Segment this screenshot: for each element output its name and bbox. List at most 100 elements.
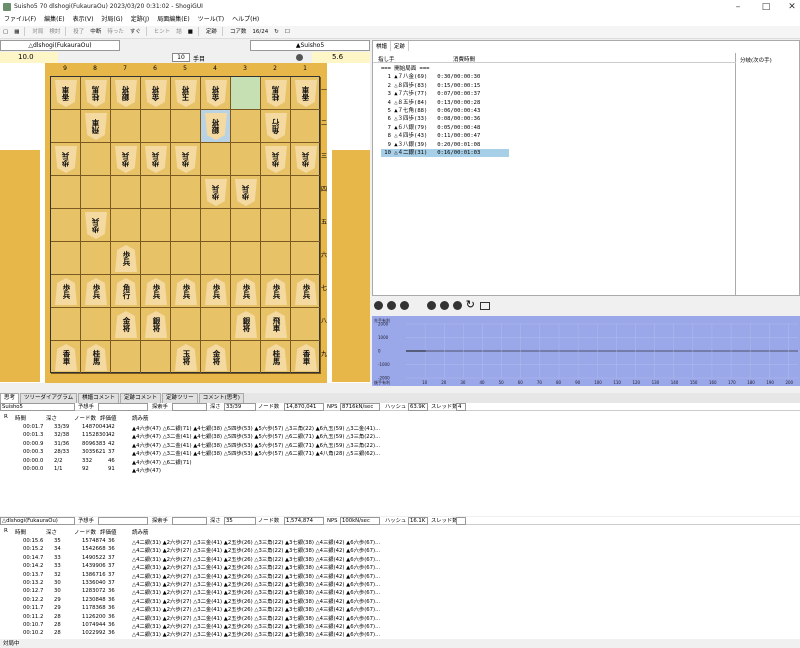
sente-piece[interactable]: 香車 <box>55 344 77 371</box>
thinking-row[interactable]: 00:12.2 29 1230848 36 △4二銀(31) ▲2六歩(27) △3二金… <box>0 597 800 605</box>
tab-tree-diagram[interactable]: ツリーダイアグラム <box>20 393 78 403</box>
shogi-board[interactable]: 香車 桂馬 銀将 金将 玉将 金将 桂馬 香車 飛車 銀将 角行 歩兵 歩兵 歩兵 歩兵 歩兵 歩兵 歩兵 歩兵 歩兵… <box>50 76 321 374</box>
save-icon[interactable]: ▦ <box>11 26 22 39</box>
thinking-row[interactable]: 00:15.6 35 1574874 36 △4二銀(31) ▲2六歩(27) △3三金… <box>0 538 800 546</box>
kifu-move-row[interactable]: 3 ▲７六歩(77) 0:07/00:00:37 <box>381 90 509 98</box>
board-square[interactable] <box>201 308 231 341</box>
gote-piece[interactable]: 歩兵 <box>265 146 287 173</box>
sente-piece[interactable]: 飛車 <box>265 311 287 338</box>
board-square[interactable] <box>141 110 171 143</box>
thinking-row[interactable]: 00:14.2 33 1439906 37 △4二銀(31) ▲2六歩(27) △3二金… <box>0 563 800 571</box>
undo-button[interactable]: 待った <box>104 26 127 39</box>
gote-piece[interactable]: 香車 <box>295 80 317 107</box>
thinking-row[interactable]: 00:00.0 2/2 332 46 ▲4六歩(47) △6二銀(71) <box>0 458 800 466</box>
kifu-move-row[interactable]: 1 ▲７八金(69) 0:30/00:00:30 <box>381 73 509 81</box>
kifu-move-row[interactable]: 10 △４二銀(31) 0:16/00:01:03 <box>381 149 509 158</box>
thinking-row[interactable]: 00:01.3 32/38 11528301 42 ▲4六歩(47) △3二金(41) … <box>0 432 800 440</box>
thinking-row[interactable]: 00:00.9 31/36 8096383 42 ▲4六歩(47) △3二金(41) ▲… <box>0 441 800 449</box>
board-square[interactable] <box>231 77 261 110</box>
next-button[interactable] <box>426 301 436 310</box>
gote-piece-stand[interactable] <box>0 150 40 382</box>
sente-piece[interactable]: 香車 <box>295 344 317 371</box>
kifu-move-row[interactable]: 5 ▲７七角(88) 0:06/00:00:43 <box>381 107 509 115</box>
gote-piece[interactable]: 歩兵 <box>145 146 167 173</box>
board-square[interactable] <box>141 176 171 209</box>
tab-joseki-comment[interactable]: 定跡コメント <box>120 393 162 403</box>
gote-piece[interactable]: 金将 <box>205 80 227 107</box>
board-square[interactable] <box>201 143 231 176</box>
board-square[interactable] <box>231 341 261 374</box>
gote-piece[interactable]: 銀将 <box>205 113 227 140</box>
stop-icon[interactable]: ■ <box>185 26 196 39</box>
board-square[interactable] <box>171 242 201 275</box>
sente-piece[interactable]: 金将 <box>115 311 137 338</box>
play-button[interactable]: 対局 <box>29 26 46 39</box>
gote-piece[interactable]: 歩兵 <box>55 146 77 173</box>
prev-button[interactable] <box>400 301 409 310</box>
board-square[interactable] <box>51 209 81 242</box>
flip-board-icon[interactable]: ↻ <box>466 298 475 311</box>
board-square[interactable] <box>231 209 261 242</box>
kifu-move-row[interactable]: 2 △８四歩(83) 0:15/00:00:15 <box>381 82 509 90</box>
gote-piece[interactable]: 桂馬 <box>265 80 287 107</box>
sente-piece[interactable]: 角行 <box>115 278 137 305</box>
sente-piece[interactable]: 銀将 <box>145 311 167 338</box>
core-count-value[interactable]: 16/24 <box>249 26 271 39</box>
board-square[interactable] <box>81 143 111 176</box>
kifu-move-row[interactable]: 6 △３四歩(33) 0:08/00:00:36 <box>381 115 509 123</box>
thinking-row[interactable]: 00:15.2 34 1542668 36 △4二銀(31) ▲2六歩(27) △3三金… <box>0 546 800 554</box>
kifu-move-row[interactable]: 7 ▲６八銀(79) 0:05/00:00:48 <box>381 124 509 132</box>
kifu-list[interactable]: 指し手 消費時間 === 開始局面 === 1 ▲７八金(69) 0:30/00… <box>373 53 736 297</box>
board-square[interactable] <box>81 242 111 275</box>
gote-piece[interactable]: 銀将 <box>115 80 137 107</box>
board-square[interactable] <box>111 176 141 209</box>
board-square[interactable] <box>51 176 81 209</box>
gote-piece[interactable]: 歩兵 <box>85 212 107 239</box>
resign-button[interactable]: 投了 <box>70 26 87 39</box>
menu-file[interactable]: ファイル(F) <box>0 14 40 26</box>
menu-help[interactable]: ヘルプ(H) <box>228 14 263 26</box>
board-square[interactable] <box>171 110 201 143</box>
menu-position-edit[interactable]: 局面編集(E) <box>153 14 193 26</box>
gote-piece[interactable]: 玉将 <box>175 80 197 107</box>
board-square[interactable] <box>141 242 171 275</box>
sente-piece[interactable]: 歩兵 <box>175 278 197 305</box>
thinking-row[interactable]: 00:13.2 30 1336040 37 △4二銀(31) ▲2六歩(27) △3二金… <box>0 580 800 588</box>
board-square[interactable] <box>261 242 291 275</box>
sente-piece[interactable]: 玉将 <box>175 344 197 371</box>
gote-piece[interactable]: 歩兵 <box>295 146 317 173</box>
close-button[interactable]: ✕ <box>787 2 797 12</box>
gote-piece[interactable]: 歩兵 <box>205 179 227 206</box>
tab-kifu-comment[interactable]: 棋譜コメント <box>78 393 120 403</box>
board-square[interactable] <box>81 308 111 341</box>
thinking-row[interactable]: 00:10.2 28 1022992 36 △4二銀(31) ▲2六歩(27) △3二金… <box>0 630 800 638</box>
evaluation-graph[interactable]: 先手有利 後手有利 2000 1000 0 -1000 -2000 10 20 30 40 50 6… <box>372 316 800 386</box>
board-square[interactable] <box>201 209 231 242</box>
sente-piece[interactable]: 歩兵 <box>265 278 287 305</box>
sente-piece[interactable]: 歩兵 <box>235 278 257 305</box>
gote-piece[interactable]: 桂馬 <box>85 80 107 107</box>
prev10-button[interactable] <box>387 301 396 310</box>
refresh-icon[interactable]: ↻ <box>271 26 282 39</box>
engine1-thinking-list[interactable]: R 時間 深さ ノード数 評価値 読み筋 00:01.7 33/39 14870041 42 ▲4六… <box>0 411 800 516</box>
thinking-row[interactable]: 00:11.7 29 1178368 36 △4二銀(31) ▲2六歩(27) △3二金… <box>0 605 800 613</box>
next10-button[interactable] <box>439 301 449 310</box>
tab-joseki[interactable]: 定跡 <box>391 41 410 51</box>
board-square[interactable] <box>261 209 291 242</box>
board-square[interactable] <box>171 176 201 209</box>
board-square[interactable] <box>291 176 321 209</box>
move-now-button[interactable]: すぐ <box>127 26 144 39</box>
board-square[interactable] <box>291 242 321 275</box>
move-number-box[interactable]: 10 <box>172 53 190 62</box>
first-move-button[interactable] <box>374 301 383 310</box>
kifu-move-row[interactable]: 9 ▲３八銀(39) 0:20/00:01:08 <box>381 141 509 149</box>
sente-piece[interactable]: 歩兵 <box>115 245 137 272</box>
kifu-move-row[interactable]: 8 △４四歩(43) 0:11/00:00:47 <box>381 132 509 140</box>
sente-piece[interactable]: 歩兵 <box>55 278 77 305</box>
gote-piece[interactable]: 飛車 <box>85 113 107 140</box>
thinking-row[interactable]: 00:00.3 28/33 3035621 37 ▲4六歩(47) △3二金(41) ▲… <box>0 449 800 457</box>
board-square[interactable] <box>261 176 291 209</box>
sente-piece[interactable]: 歩兵 <box>295 278 317 305</box>
menu-game[interactable]: 対局(G) <box>97 14 126 26</box>
gote-piece[interactable]: 金将 <box>145 80 167 107</box>
